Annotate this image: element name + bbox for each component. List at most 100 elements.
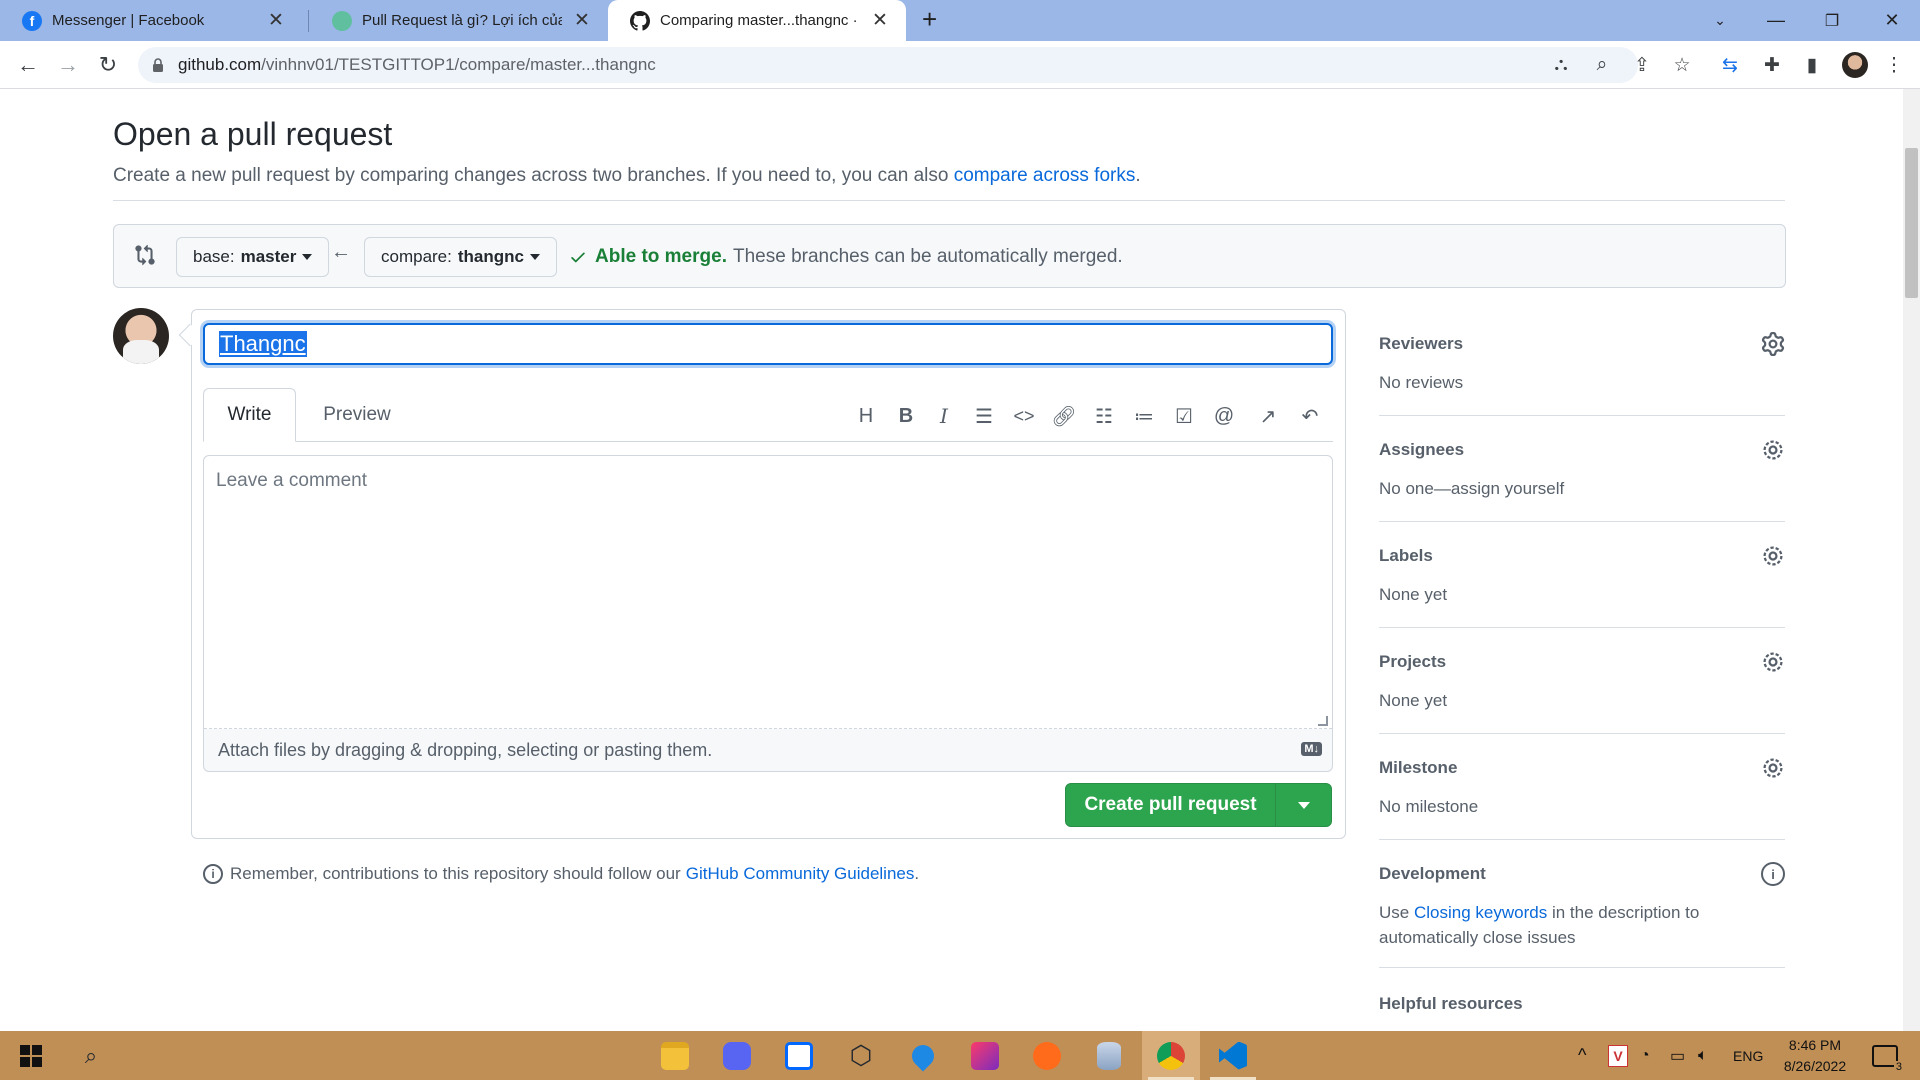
vscode-icon[interactable] [1204, 1031, 1262, 1080]
file-explorer-icon[interactable] [646, 1031, 704, 1080]
assignees-heading[interactable]: Assignees [1379, 440, 1464, 460]
close-window-icon[interactable]: ✕ [1864, 0, 1920, 41]
resize-handle[interactable] [1318, 716, 1328, 726]
create-pull-request-label[interactable]: Create pull request [1066, 784, 1276, 826]
profile-avatar[interactable] [1842, 52, 1868, 78]
taskbar-clock[interactable]: 8:46 PM 8/26/2022 [1770, 1035, 1860, 1077]
close-icon[interactable]: ✕ [572, 9, 592, 32]
bookmark-star-icon[interactable]: ☆ [1670, 53, 1694, 77]
labels-heading[interactable]: Labels [1379, 546, 1433, 566]
kebab-menu-icon[interactable]: ⋮ [1882, 53, 1906, 77]
reviewers-value: No reviews [1379, 373, 1464, 392]
share-icon[interactable]: ⇪ [1630, 53, 1654, 77]
info-icon[interactable]: i [1761, 862, 1785, 886]
side-panel-icon[interactable]: ▮ [1800, 53, 1824, 77]
assignees-value[interactable]: No one—assign yourself [1379, 476, 1564, 501]
sublime-text-icon[interactable] [1018, 1031, 1076, 1080]
italic-icon[interactable]: I [928, 400, 960, 432]
close-icon[interactable]: ✕ [870, 9, 890, 32]
discord-icon[interactable] [708, 1031, 766, 1080]
comment-textarea[interactable]: Leave a comment [204, 456, 1332, 729]
compare-branch-select[interactable]: compare: thangnc [364, 237, 557, 277]
search-icon[interactable]: ⌕ [62, 1031, 120, 1080]
unity-icon[interactable]: ⬡ [832, 1031, 890, 1080]
database-icon[interactable] [1080, 1031, 1138, 1080]
extensions-puzzle-icon[interactable]: ✚ [1760, 53, 1784, 77]
notification-center-icon[interactable]: 3 [1872, 1031, 1904, 1080]
minimize-icon[interactable]: — [1748, 0, 1804, 41]
close-icon[interactable]: ✕ [266, 9, 286, 32]
attach-files-hint[interactable]: Attach files by dragging & dropping, sel… [218, 740, 712, 761]
reload-icon[interactable]: ↻ [92, 49, 124, 81]
avatar [113, 308, 169, 364]
gear-icon[interactable] [1761, 332, 1785, 356]
milestone-heading[interactable]: Milestone [1379, 758, 1457, 778]
heading-icon[interactable]: H [850, 400, 882, 432]
remember-text: Remember, contributions to this reposito… [230, 864, 681, 883]
compare-across-forks-link[interactable]: compare across forks [954, 165, 1136, 186]
community-guidelines-note: i Remember, contributions to this reposi… [203, 864, 919, 884]
google-translate-extension-icon[interactable]: ⇆ [1718, 53, 1742, 77]
community-guidelines-link[interactable]: GitHub Community Guidelines [686, 864, 915, 884]
bold-icon[interactable]: B [890, 400, 922, 432]
tab-messenger[interactable]: f Messenger | Facebook ✕ [0, 0, 302, 41]
tab-search-chevron-icon[interactable]: ⌄ [1692, 0, 1748, 41]
wifi-icon[interactable]: ◔ [1640, 1031, 1650, 1080]
gear-icon[interactable] [1761, 438, 1785, 462]
scrollbar-thumb[interactable] [1905, 148, 1918, 298]
unordered-list-icon[interactable]: ☷ [1088, 400, 1120, 432]
chrome-icon[interactable] [1142, 1031, 1200, 1080]
tab-separator [308, 10, 309, 32]
tab-comparing[interactable]: Comparing master...thangnc · vin ✕ [608, 0, 906, 41]
translate-icon[interactable]: ⛬ [1549, 53, 1573, 77]
tray-expand-icon[interactable]: ^ [1578, 1031, 1586, 1080]
helpful-resources-heading: Helpful resources [1379, 994, 1523, 1013]
back-arrow-icon[interactable]: ← [12, 49, 44, 81]
merge-detail-text: These branches can be automatically merg… [732, 246, 1123, 267]
cross-reference-icon[interactable]: ↗ [1252, 400, 1284, 432]
closing-keywords-link[interactable]: Closing keywords [1414, 903, 1547, 922]
mention-icon[interactable]: @ [1208, 400, 1240, 432]
zalo-icon[interactable] [770, 1031, 828, 1080]
task-list-icon[interactable]: ☑ [1168, 400, 1200, 432]
gear-icon[interactable] [1761, 756, 1785, 780]
remember-end: . [914, 864, 920, 883]
create-options-dropdown[interactable] [1276, 784, 1331, 826]
saved-replies-icon[interactable]: ↶ [1294, 400, 1326, 432]
gear-icon[interactable] [1761, 544, 1785, 568]
tab-title: Messenger | Facebook [52, 12, 205, 29]
windows-start-icon[interactable] [2, 1031, 60, 1080]
jetbrains-icon[interactable] [956, 1031, 1014, 1080]
browser-toolbar: ← → ↻ github.com/vinhnv01/TESTGITTOP1/co… [0, 41, 1920, 89]
forward-arrow-icon[interactable]: → [52, 49, 84, 81]
assign-yourself-link[interactable]: No one—assign yourself [1379, 479, 1564, 498]
zoom-icon[interactable]: ⌕ [1590, 53, 1614, 77]
link-icon[interactable]: 🔗︎ [1048, 400, 1080, 432]
compare-label: compare: [381, 247, 452, 266]
volume-icon[interactable]: 🔈︎ [1698, 1031, 1708, 1080]
address-bar[interactable]: github.com/vinhnv01/TESTGITTOP1/compare/… [138, 47, 1638, 83]
facebook-icon: f [22, 10, 42, 31]
projects-heading[interactable]: Projects [1379, 652, 1446, 672]
tray-app-icon[interactable]: V [1608, 1031, 1628, 1080]
restore-icon[interactable]: ❐ [1804, 0, 1860, 41]
base-branch-select[interactable]: base: master [176, 237, 330, 277]
tab-pull-request-article[interactable]: Pull Request là gì? Lợi ích của Pu ✕ [310, 0, 608, 41]
markdown-icon[interactable]: M↓ [1301, 742, 1322, 756]
gear-icon[interactable] [1761, 650, 1785, 674]
input-language[interactable]: ENG [1733, 1031, 1763, 1080]
caret-down-icon [302, 254, 313, 260]
create-pull-request-button[interactable]: Create pull request [1065, 783, 1332, 827]
arrow-left-icon: ← [331, 241, 351, 263]
tab-preview[interactable]: Preview [302, 388, 412, 442]
maps-pin-icon[interactable] [894, 1031, 952, 1080]
new-tab-button[interactable]: + [922, 4, 937, 35]
quote-icon[interactable]: ☰ [968, 400, 1000, 432]
ordered-list-icon[interactable]: ≔ [1128, 400, 1160, 432]
reviewers-heading[interactable]: Reviewers [1379, 334, 1463, 354]
battery-icon[interactable]: ▭ [1670, 1031, 1685, 1080]
pr-title-input[interactable]: Thangnc [203, 323, 1333, 365]
tab-write[interactable]: Write [203, 388, 296, 442]
code-icon[interactable]: <> [1008, 400, 1040, 432]
development-value: Use Closing keywords in the description … [1379, 900, 1719, 950]
